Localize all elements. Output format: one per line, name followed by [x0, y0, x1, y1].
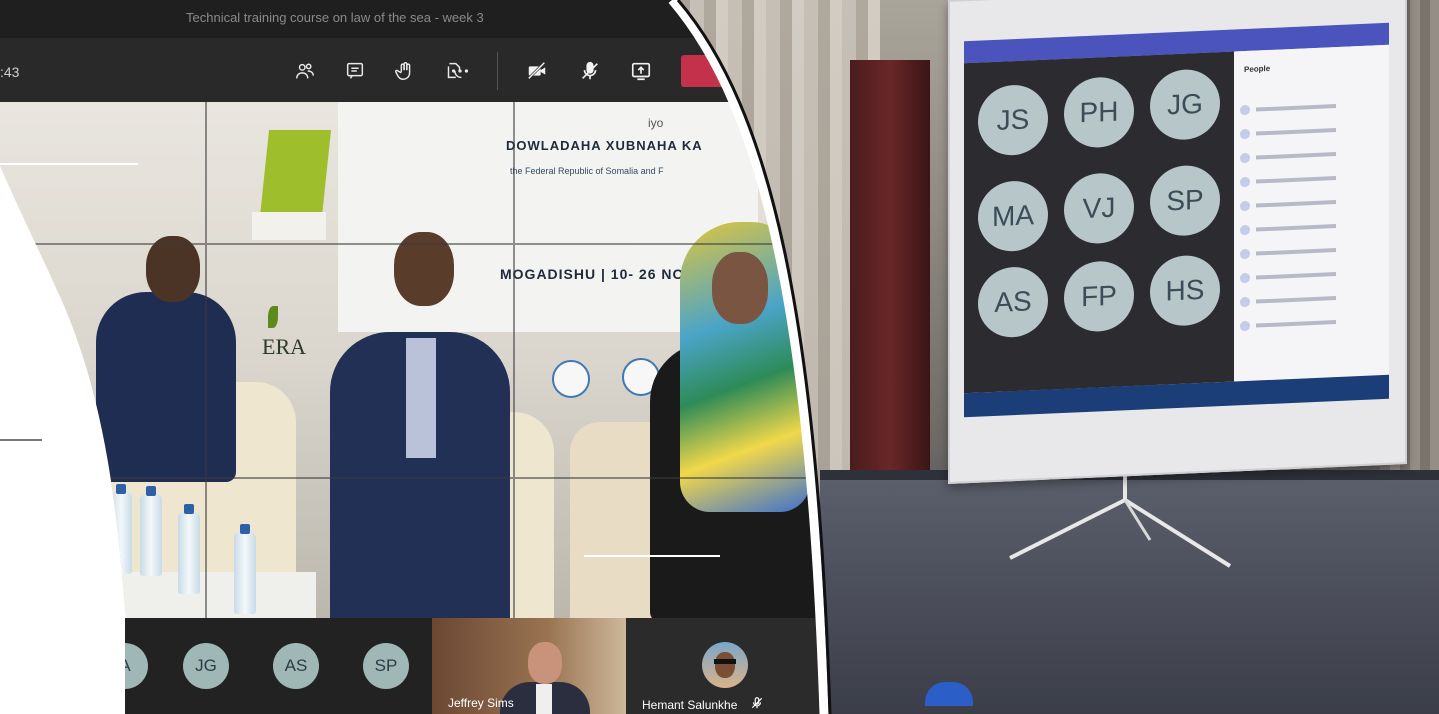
- projected-video-grid: JS PH JG MA VJ SP AS FP HS: [964, 51, 1234, 414]
- toolbar-divider: [497, 52, 498, 90]
- projected-avatar: FP: [1064, 259, 1134, 333]
- participant-head: [528, 642, 562, 684]
- participant-name: Hemant Salunkhe: [642, 698, 738, 712]
- main-video-feed: iyo DOWLADAHA XUBNAHA KA the Federal Rep…: [0, 102, 840, 618]
- people-row: [1240, 121, 1380, 141]
- mic-muted-icon: [750, 696, 764, 713]
- projected-avatar: AS: [978, 265, 1048, 339]
- meeting-timer: :43: [0, 64, 20, 80]
- raise-hand-icon[interactable]: [391, 57, 419, 85]
- participant-avatar[interactable]: SP: [363, 643, 409, 689]
- projected-avatar: HS: [1150, 254, 1220, 328]
- participant-avatar[interactable]: JG: [183, 643, 229, 689]
- more-options-icon[interactable]: [446, 57, 474, 85]
- people-row: [1240, 313, 1380, 333]
- video-tile-hemant[interactable]: Hemant Salunkhe: [626, 618, 840, 714]
- projected-people-panel: People: [1234, 44, 1389, 382]
- people-row: [1240, 169, 1380, 189]
- meeting-title: Technical training course on law of the …: [186, 10, 484, 25]
- participant-name: Jeffrey Sims: [448, 696, 514, 710]
- participants-icon[interactable]: [291, 57, 319, 85]
- people-row: [1240, 241, 1380, 261]
- people-row: [1240, 97, 1380, 117]
- video-tile-jeffrey[interactable]: Jeffrey Sims: [432, 618, 626, 714]
- projected-avatar: VJ: [1064, 171, 1134, 245]
- participant-avatar[interactable]: AS: [273, 643, 319, 689]
- red-curtain: [850, 60, 930, 530]
- people-row: [1240, 265, 1380, 285]
- people-row: [1240, 289, 1380, 309]
- projector-screen: JS PH JG MA VJ SP AS FP HS People: [948, 0, 1407, 485]
- people-row: [1240, 217, 1380, 237]
- display-grid-overlay: [0, 102, 840, 618]
- projected-avatar: SP: [1150, 164, 1220, 238]
- participant-photo-avatar: [702, 642, 748, 688]
- people-row: [1240, 145, 1380, 165]
- people-row: [1240, 193, 1380, 213]
- participant-strip: A JG AS SP Jeffrey Sims Hemant Salunkhe: [0, 618, 840, 714]
- camera-off-icon[interactable]: [523, 57, 551, 85]
- people-panel-title: People: [1244, 63, 1271, 75]
- divider-line: [0, 439, 42, 441]
- share-screen-icon[interactable]: [627, 57, 655, 85]
- mic-off-icon[interactable]: [576, 57, 604, 85]
- shared-content-edge: [0, 618, 125, 714]
- chat-icon[interactable]: [341, 57, 369, 85]
- projected-avatar: JG: [1150, 68, 1220, 142]
- projected-avatar: PH: [1064, 75, 1134, 149]
- projected-avatar: MA: [978, 179, 1048, 253]
- participant-shirt: [536, 684, 552, 714]
- projected-avatar: JS: [978, 83, 1048, 157]
